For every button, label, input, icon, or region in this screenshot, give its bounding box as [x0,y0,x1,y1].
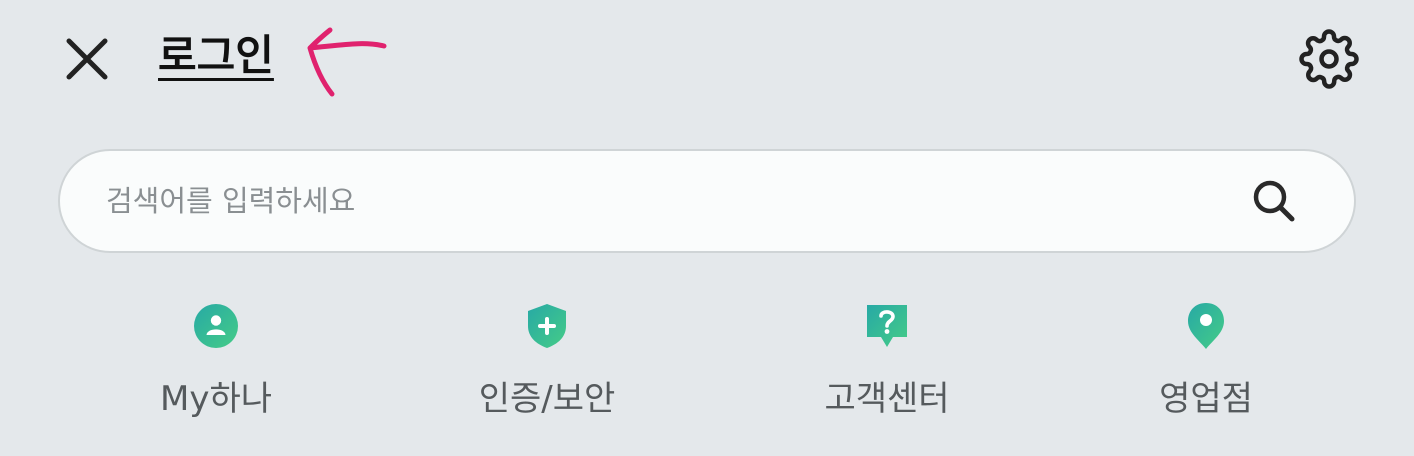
search-input[interactable] [60,151,1244,251]
menu-item-branch[interactable]: 영업점 [1056,300,1356,420]
close-icon [66,38,108,80]
menu-item-customer-center[interactable]: 고객센터 [737,300,1037,420]
close-button[interactable] [60,32,114,86]
arrow-annotation-icon [307,27,387,97]
menu-label: 영업점 [1159,379,1253,419]
settings-button[interactable] [1296,26,1362,92]
question-bubble-icon [867,304,907,347]
menu-item-myhana[interactable]: My하나 [66,300,366,420]
menu-item-auth-security[interactable]: 인증/보안 [397,300,697,420]
shield-plus-icon [528,303,566,348]
menu-label: My하나 [159,379,273,419]
search-bar [58,149,1356,253]
person-icon [194,303,238,348]
location-pin-icon [1188,302,1224,349]
quick-menu: My하나 인증/보안 고객센터 영업점 [0,300,1414,430]
menu-label: 인증/보안 [478,379,616,419]
gear-icon [1299,29,1359,89]
search-button[interactable] [1244,171,1304,231]
search-icon [1253,180,1295,222]
menu-label: 고객센터 [824,379,950,419]
login-title-link[interactable]: 로그인 [158,22,274,83]
